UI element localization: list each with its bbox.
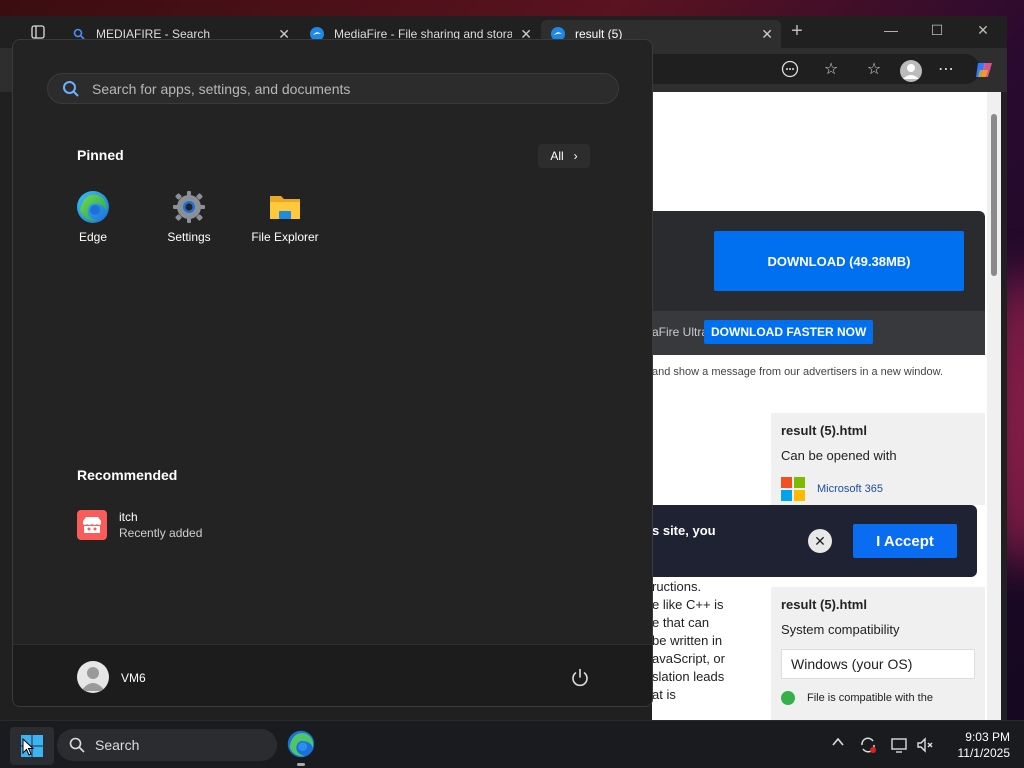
advertiser-note: and show a message from our advertisers … [652,366,944,378]
sync-icon[interactable] [858,735,878,755]
article-line: at is [652,687,676,702]
user-avatar-icon[interactable] [77,661,109,693]
search-icon [62,80,80,98]
all-apps-label: All [550,149,564,163]
favorites-icon[interactable]: ☆ [864,60,884,80]
compatibility-card: result (5).html System compatibility Win… [771,587,985,720]
pinned-app-label: Edge [78,230,108,244]
profile-icon[interactable] [900,60,922,82]
compatibility-label: System compatibility [781,622,900,637]
taskbar-search-box[interactable]: Search [57,729,277,761]
article-line: be written in [652,633,723,648]
compatibility-status: File is compatible with the [781,691,975,705]
minimize-icon[interactable]: — [868,22,914,38]
start-search-box[interactable] [47,73,619,104]
recommended-item-name: itch [119,510,138,524]
favorite-star-icon[interactable]: ☆ [821,60,841,80]
reader-icon[interactable] [780,60,800,80]
running-indicator [297,763,305,766]
os-field[interactable]: Windows (your OS) [781,649,975,679]
open-with-card: result (5).html Can be opened with Micro… [771,413,985,505]
ultra-text: aFire Ultra [652,325,709,339]
close-window-icon[interactable]: ✕ [960,22,1006,39]
tab-close-icon[interactable]: ✕ [761,26,773,43]
volume-muted-icon[interactable] [915,735,935,755]
cookie-banner: s site, you ✕ I Accept [652,505,977,577]
pinned-app-label: File Explorer [251,230,319,244]
clock-date: 11/1/2025 [957,746,1011,760]
check-icon [781,691,795,705]
taskbar: Search 9:03 PM 11/1/2025 [0,720,1024,768]
start-search-input[interactable] [92,80,592,97]
all-apps-button[interactable]: All › [538,144,590,168]
mouse-cursor-icon [22,737,35,756]
compatibility-text: File is compatible with the [807,692,933,704]
network-icon[interactable] [889,735,909,755]
start-menu: Pinned All › Edge [12,39,653,707]
open-with-label: Can be opened with [781,448,897,463]
settings-gear-icon [172,190,206,224]
file-name: result (5).html [781,597,867,612]
recommended-item-text: itch Recently added [119,510,202,540]
pinned-app-label: Settings [167,230,211,244]
scrollbar-thumb[interactable] [991,114,997,276]
pinned-app-file-explorer[interactable]: File Explorer [243,190,327,244]
accept-button[interactable]: I Accept [853,524,957,558]
edge-icon [76,190,110,224]
power-icon[interactable] [569,667,591,689]
itch-icon [77,510,107,540]
pinned-app-edge[interactable]: Edge [51,190,135,244]
cookie-text: s site, you [652,523,716,538]
article-line: avaScript, or [652,651,725,666]
download-panel: DOWNLOAD (49.38MB) aFire Ultra DOWNLOAD … [652,211,985,355]
download-faster-bar: aFire Ultra DOWNLOAD FASTER NOW [652,311,985,355]
address-bar[interactable] [640,54,980,84]
download-faster-button[interactable]: DOWNLOAD FASTER NOW [704,320,874,344]
more-options-icon[interactable]: ⋯ [936,60,956,80]
clock[interactable]: 9:03 PM 11/1/2025 [940,729,1011,761]
article-line: e like C++ is [652,597,724,612]
ms365-label: Microsoft 365 [817,483,884,495]
copilot-icon[interactable] [974,60,994,80]
chevron-right-icon: › [573,149,578,163]
article-text: ructions. e like C++ is e that can be wr… [652,578,762,704]
microsoft-logo-icon [781,477,805,501]
taskbar-edge-icon[interactable] [286,729,316,761]
article-line: e that can [652,615,710,630]
chevron-up-icon[interactable] [828,735,848,755]
web-page: DOWNLOAD (49.38MB) aFire Ultra DOWNLOAD … [652,92,987,720]
recommended-title: Recommended [77,467,178,483]
article-line: slation leads [652,669,725,684]
download-button[interactable]: DOWNLOAD (49.38MB) [714,231,964,291]
cookie-close-icon[interactable]: ✕ [808,529,832,553]
taskbar-search-label: Search [95,737,140,753]
recommended-item-itch[interactable]: itch Recently added [77,510,202,540]
article-line: ructions. [652,579,702,594]
folder-icon [268,190,302,224]
pinned-app-settings[interactable]: Settings [147,190,231,244]
new-tab-icon[interactable]: + [774,20,820,43]
clock-time: 9:03 PM [965,730,1010,744]
start-footer: VM6 [13,644,652,706]
recommended-item-sub: Recently added [119,526,203,540]
file-name: result (5).html [781,423,867,438]
maximize-icon[interactable]: ☐ [914,22,960,39]
search-icon [69,737,85,753]
user-name[interactable]: VM6 [121,671,146,685]
ms365-link[interactable]: Microsoft 365 [781,477,975,501]
pinned-title: Pinned [77,147,124,163]
